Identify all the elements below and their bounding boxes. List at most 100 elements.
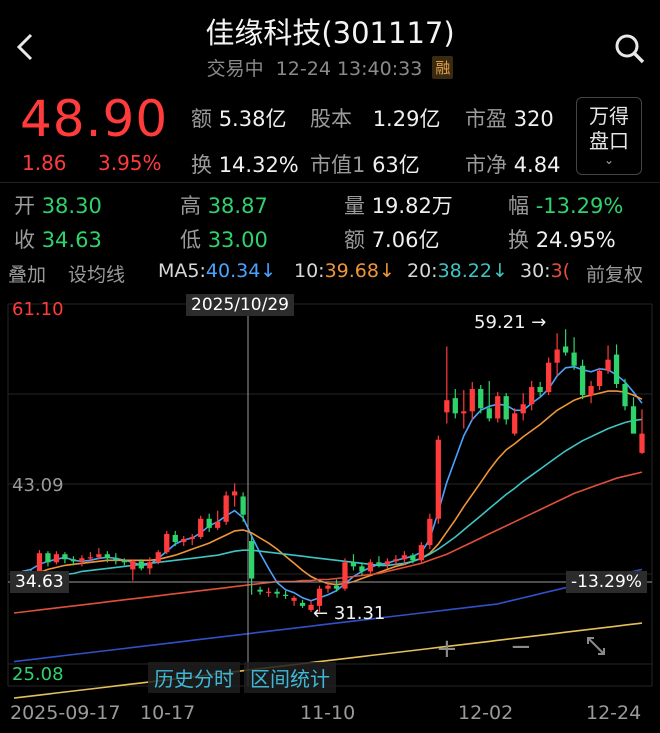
overlay-button[interactable]: 叠加 (8, 260, 46, 287)
adjust-button[interactable]: 前复权 (586, 260, 644, 287)
margin-badge: 融 (432, 56, 454, 79)
expand-icon[interactable] (584, 634, 608, 665)
candle (248, 534, 255, 595)
share-capital-value: 1.29亿 (372, 107, 441, 131)
candle (384, 558, 391, 569)
set-ma-button[interactable]: 设均线 (68, 260, 125, 287)
y-label-bottom: 25.08 (12, 664, 64, 685)
turnover2-field: 换 24.95% (508, 224, 616, 254)
open-label: 开 (14, 194, 35, 218)
candle (198, 515, 204, 540)
candle (571, 337, 577, 370)
high-label: 高 (180, 194, 201, 218)
candle (486, 380, 492, 422)
x-tick: 2025-09-17 (10, 702, 121, 724)
open-field: 开 38.30 (14, 190, 102, 220)
candle (469, 381, 475, 421)
candle (299, 599, 306, 608)
tab-range-stats[interactable]: 区间统计 (244, 662, 336, 693)
share-capital-label: 股本 (310, 107, 352, 131)
volume-label: 量 (344, 194, 365, 218)
moving-average-lines (13, 365, 643, 699)
candle (367, 559, 374, 574)
current-price: 48.90 (20, 90, 169, 148)
plus-icon[interactable]: + (436, 634, 458, 664)
pb-label: 市净 (465, 153, 507, 177)
trade-status: 交易中 (206, 58, 264, 80)
candle (257, 586, 263, 595)
y-label-top: 61.10 (12, 299, 64, 320)
low-value: 33.00 (207, 228, 268, 252)
crosshair-price-badge: 34.63 (10, 571, 69, 593)
candle (588, 380, 594, 404)
amount2-value: 7.06亿 (371, 228, 440, 252)
x-tick: 11-10 (300, 702, 356, 724)
ma10-label: 10: (294, 260, 325, 282)
amplitude-field: 幅 -13.29% (508, 190, 623, 220)
candle (206, 513, 212, 532)
candle (155, 550, 161, 565)
turnover-value: 14.32% (218, 153, 299, 177)
candle (520, 393, 526, 421)
candles (11, 329, 645, 612)
crosshair-pct-badge: -13.29% (566, 571, 647, 593)
candle (181, 535, 187, 547)
candle (53, 551, 60, 565)
candle (435, 435, 441, 524)
candle (427, 513, 433, 550)
market-cap-value: 63亿 (372, 153, 420, 177)
timestamp: 12-24 13:40:33 (275, 58, 423, 80)
amount-field: 额 5.38亿 (191, 103, 286, 133)
divider (0, 182, 660, 183)
amount-value: 5.38亿 (218, 107, 287, 131)
candle (461, 390, 467, 429)
candle (444, 346, 450, 424)
market-cap-field: 市值1 63亿 (310, 149, 420, 179)
tab-history-intraday[interactable]: 历史分时 (148, 662, 240, 693)
minus-icon[interactable]: − (510, 632, 532, 662)
pb-value: 4.84 (513, 153, 561, 177)
prev-close-label: 收 (14, 228, 35, 252)
candle (274, 588, 280, 598)
open-value: 38.30 (41, 194, 102, 218)
amount2-field: 额 7.06亿 (344, 224, 439, 254)
price-change-pct: 3.95% (98, 151, 162, 175)
crosshair-date-badge: 2025/10/29 (186, 294, 294, 316)
candle (613, 344, 620, 389)
candle (503, 393, 509, 425)
wind-orderbook-button[interactable]: 万得 盘口 ⌄ (576, 97, 642, 175)
candlestick-chart[interactable] (0, 290, 660, 700)
pe-field: 市盈 320 (465, 103, 554, 133)
volume-field: 量 19.82万 (344, 190, 453, 220)
prev-close-value: 34.63 (41, 228, 102, 252)
candle (350, 554, 357, 571)
volume-value: 19.82万 (371, 194, 453, 218)
candle (342, 558, 348, 591)
max-price-annotation: 59.21 → (474, 312, 547, 333)
ma30-label: 30: (520, 260, 551, 282)
min-price-annotation: ← 31.31 (313, 603, 386, 624)
candle (579, 359, 586, 400)
turnover-field: 换 14.32% (191, 149, 299, 179)
x-tick: 12-02 (458, 702, 514, 724)
share-capital-field: 股本 1.29亿 (310, 103, 440, 133)
x-tick: 12-24 (586, 702, 642, 724)
candle (562, 329, 569, 356)
candle (240, 492, 246, 522)
low-label: 低 (180, 228, 201, 252)
candle (639, 409, 645, 454)
ma5-label: MA5: (158, 260, 206, 282)
ma5-readout: MA5:40.34↓ (158, 260, 276, 282)
ma10-value: 39.68↓ (324, 260, 395, 282)
pe-value: 320 (513, 107, 554, 131)
candle (62, 552, 68, 564)
low-field: 低 33.00 (180, 224, 268, 254)
candle (164, 530, 170, 555)
chart-tabs: 历史分时 区间统计 (148, 662, 340, 693)
ma20-label: 20: (407, 260, 438, 282)
candle (189, 533, 195, 546)
ma10-readout: 10:39.68↓ (294, 260, 395, 282)
candle (596, 367, 603, 391)
amplitude-value: -13.29% (535, 194, 624, 218)
status-row: 交易中 12-24 13:40:33 融 (0, 54, 660, 81)
